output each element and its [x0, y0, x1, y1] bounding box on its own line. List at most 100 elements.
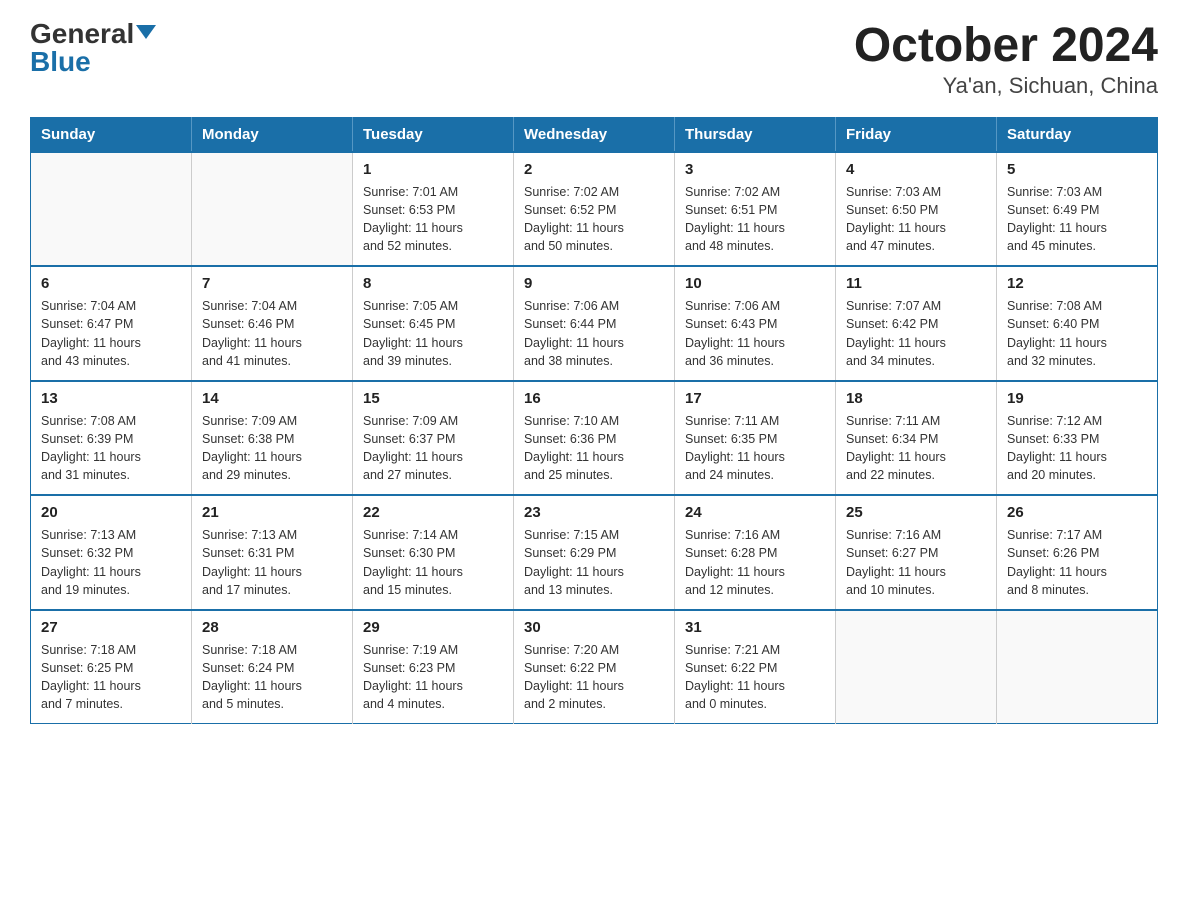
day-number: 15 [363, 388, 503, 409]
day-info: Sunrise: 7:05 AMSunset: 6:45 PMDaylight:… [363, 297, 503, 370]
day-info: Sunrise: 7:08 AMSunset: 6:39 PMDaylight:… [41, 412, 181, 485]
calendar-cell: 15 Sunrise: 7:09 AMSunset: 6:37 PMDayligh… [353, 381, 514, 496]
calendar-cell: 9 Sunrise: 7:06 AMSunset: 6:44 PMDaylight… [514, 266, 675, 381]
calendar-cell: 30Sunrise: 7:20 AMSunset: 6:22 PMDayligh… [514, 610, 675, 724]
calendar-cell: 28Sunrise: 7:18 AMSunset: 6:24 PMDayligh… [192, 610, 353, 724]
calendar-cell: 24 Sunrise: 7:16 AMSunset: 6:28 PMDayligh… [675, 495, 836, 610]
calendar-cell: 1Sunrise: 7:01 AMSunset: 6:53 PMDaylight… [353, 152, 514, 267]
calendar-cell: 29 Sunrise: 7:19 AMSunset: 6:23 PMDayligh… [353, 610, 514, 724]
day-info: Sunrise: 7:06 AMSunset: 6:43 PMDaylight:… [685, 297, 825, 370]
title-section: October 2024 Ya'an, Sichuan, China [854, 20, 1158, 99]
calendar-cell [997, 610, 1158, 724]
calendar-cell [31, 152, 192, 267]
header-wednesday: Wednesday [514, 117, 675, 152]
logo-blue-text: Blue [30, 48, 91, 76]
day-number: 26 [1007, 502, 1147, 523]
week-row-2: 6 Sunrise: 7:04 AMSunset: 6:47 PMDaylight… [31, 266, 1158, 381]
day-number: 25 [846, 502, 986, 523]
calendar-cell [836, 610, 997, 724]
calendar-cell: 18 Sunrise: 7:11 AMSunset: 6:34 PMDayligh… [836, 381, 997, 496]
week-row-5: 27 Sunrise: 7:18 AMSunset: 6:25 PMDayligh… [31, 610, 1158, 724]
day-number: 11 [846, 273, 986, 294]
day-info: Sunrise: 7:08 AMSunset: 6:40 PMDaylight:… [1007, 297, 1147, 370]
day-number: 23 [524, 502, 664, 523]
day-number: 21 [202, 502, 342, 523]
day-info: Sunrise: 7:20 AMSunset: 6:22 PMDaylight:… [524, 641, 664, 714]
calendar-cell: 16 Sunrise: 7:10 AMSunset: 6:36 PMDayligh… [514, 381, 675, 496]
calendar-cell: 19 Sunrise: 7:12 AMSunset: 6:33 PMDayligh… [997, 381, 1158, 496]
calendar-cell: 21 Sunrise: 7:13 AMSunset: 6:31 PMDayligh… [192, 495, 353, 610]
day-info: Sunrise: 7:04 AMSunset: 6:46 PMDaylight:… [202, 297, 342, 370]
calendar-subtitle: Ya'an, Sichuan, China [854, 73, 1158, 99]
calendar-cell: 22 Sunrise: 7:14 AMSunset: 6:30 PMDayligh… [353, 495, 514, 610]
day-number: 22 [363, 502, 503, 523]
day-number: 4 [846, 159, 986, 180]
calendar-body: 1Sunrise: 7:01 AMSunset: 6:53 PMDaylight… [31, 152, 1158, 724]
day-number: 18 [846, 388, 986, 409]
day-info: Sunrise: 7:02 AMSunset: 6:51 PMDaylight:… [685, 183, 825, 256]
day-number: 27 [41, 617, 181, 638]
calendar-cell: 11 Sunrise: 7:07 AMSunset: 6:42 PMDayligh… [836, 266, 997, 381]
week-row-1: 1Sunrise: 7:01 AMSunset: 6:53 PMDaylight… [31, 152, 1158, 267]
day-number: 19 [1007, 388, 1147, 409]
day-number: 6 [41, 273, 181, 294]
day-info: Sunrise: 7:09 AMSunset: 6:37 PMDaylight:… [363, 412, 503, 485]
day-info: Sunrise: 7:16 AMSunset: 6:28 PMDaylight:… [685, 526, 825, 599]
calendar-cell: 17Sunrise: 7:11 AMSunset: 6:35 PMDayligh… [675, 381, 836, 496]
day-info: Sunrise: 7:18 AMSunset: 6:25 PMDaylight:… [41, 641, 181, 714]
calendar-cell: 5 Sunrise: 7:03 AMSunset: 6:49 PMDaylight… [997, 152, 1158, 267]
day-info: Sunrise: 7:21 AMSunset: 6:22 PMDaylight:… [685, 641, 825, 714]
day-info: Sunrise: 7:02 AMSunset: 6:52 PMDaylight:… [524, 183, 664, 256]
logo-general-text: General [30, 20, 134, 48]
day-info: Sunrise: 7:07 AMSunset: 6:42 PMDaylight:… [846, 297, 986, 370]
day-info: Sunrise: 7:19 AMSunset: 6:23 PMDaylight:… [363, 641, 503, 714]
day-number: 16 [524, 388, 664, 409]
day-info: Sunrise: 7:13 AMSunset: 6:31 PMDaylight:… [202, 526, 342, 599]
day-info: Sunrise: 7:10 AMSunset: 6:36 PMDaylight:… [524, 412, 664, 485]
day-info: Sunrise: 7:03 AMSunset: 6:49 PMDaylight:… [1007, 183, 1147, 256]
day-number: 3 [685, 159, 825, 180]
day-number: 20 [41, 502, 181, 523]
calendar-cell: 27 Sunrise: 7:18 AMSunset: 6:25 PMDayligh… [31, 610, 192, 724]
header-tuesday: Tuesday [353, 117, 514, 152]
day-number: 12 [1007, 273, 1147, 294]
day-info: Sunrise: 7:11 AMSunset: 6:35 PMDaylight:… [685, 412, 825, 485]
day-number: 14 [202, 388, 342, 409]
day-info: Sunrise: 7:15 AMSunset: 6:29 PMDaylight:… [524, 526, 664, 599]
day-number: 13 [41, 388, 181, 409]
calendar-cell: 2 Sunrise: 7:02 AMSunset: 6:52 PMDaylight… [514, 152, 675, 267]
day-number: 29 [363, 617, 503, 638]
day-info: Sunrise: 7:12 AMSunset: 6:33 PMDaylight:… [1007, 412, 1147, 485]
day-info: Sunrise: 7:14 AMSunset: 6:30 PMDaylight:… [363, 526, 503, 599]
day-info: Sunrise: 7:17 AMSunset: 6:26 PMDaylight:… [1007, 526, 1147, 599]
logo-triangle-icon [136, 25, 156, 39]
calendar-cell: 3 Sunrise: 7:02 AMSunset: 6:51 PMDaylight… [675, 152, 836, 267]
header-monday: Monday [192, 117, 353, 152]
day-number: 24 [685, 502, 825, 523]
calendar-header: Sunday Monday Tuesday Wednesday Thursday… [31, 117, 1158, 152]
day-number: 28 [202, 617, 342, 638]
page-header: General Blue October 2024 Ya'an, Sichuan… [30, 20, 1158, 99]
calendar-cell: 7Sunrise: 7:04 AMSunset: 6:46 PMDaylight… [192, 266, 353, 381]
header-sunday: Sunday [31, 117, 192, 152]
header-saturday: Saturday [997, 117, 1158, 152]
calendar-cell: 31Sunrise: 7:21 AMSunset: 6:22 PMDayligh… [675, 610, 836, 724]
day-number: 8 [363, 273, 503, 294]
calendar-title: October 2024 [854, 20, 1158, 73]
week-row-4: 20Sunrise: 7:13 AMSunset: 6:32 PMDayligh… [31, 495, 1158, 610]
header-thursday: Thursday [675, 117, 836, 152]
header-friday: Friday [836, 117, 997, 152]
day-number: 10 [685, 273, 825, 294]
day-number: 9 [524, 273, 664, 294]
day-info: Sunrise: 7:04 AMSunset: 6:47 PMDaylight:… [41, 297, 181, 370]
day-info: Sunrise: 7:11 AMSunset: 6:34 PMDaylight:… [846, 412, 986, 485]
day-info: Sunrise: 7:09 AMSunset: 6:38 PMDaylight:… [202, 412, 342, 485]
calendar-cell: 25 Sunrise: 7:16 AMSunset: 6:27 PMDayligh… [836, 495, 997, 610]
day-number: 2 [524, 159, 664, 180]
day-number: 5 [1007, 159, 1147, 180]
calendar-cell: 23 Sunrise: 7:15 AMSunset: 6:29 PMDayligh… [514, 495, 675, 610]
day-info: Sunrise: 7:16 AMSunset: 6:27 PMDaylight:… [846, 526, 986, 599]
logo: General Blue [30, 20, 156, 76]
day-info: Sunrise: 7:06 AMSunset: 6:44 PMDaylight:… [524, 297, 664, 370]
calendar-cell: 8 Sunrise: 7:05 AMSunset: 6:45 PMDaylight… [353, 266, 514, 381]
